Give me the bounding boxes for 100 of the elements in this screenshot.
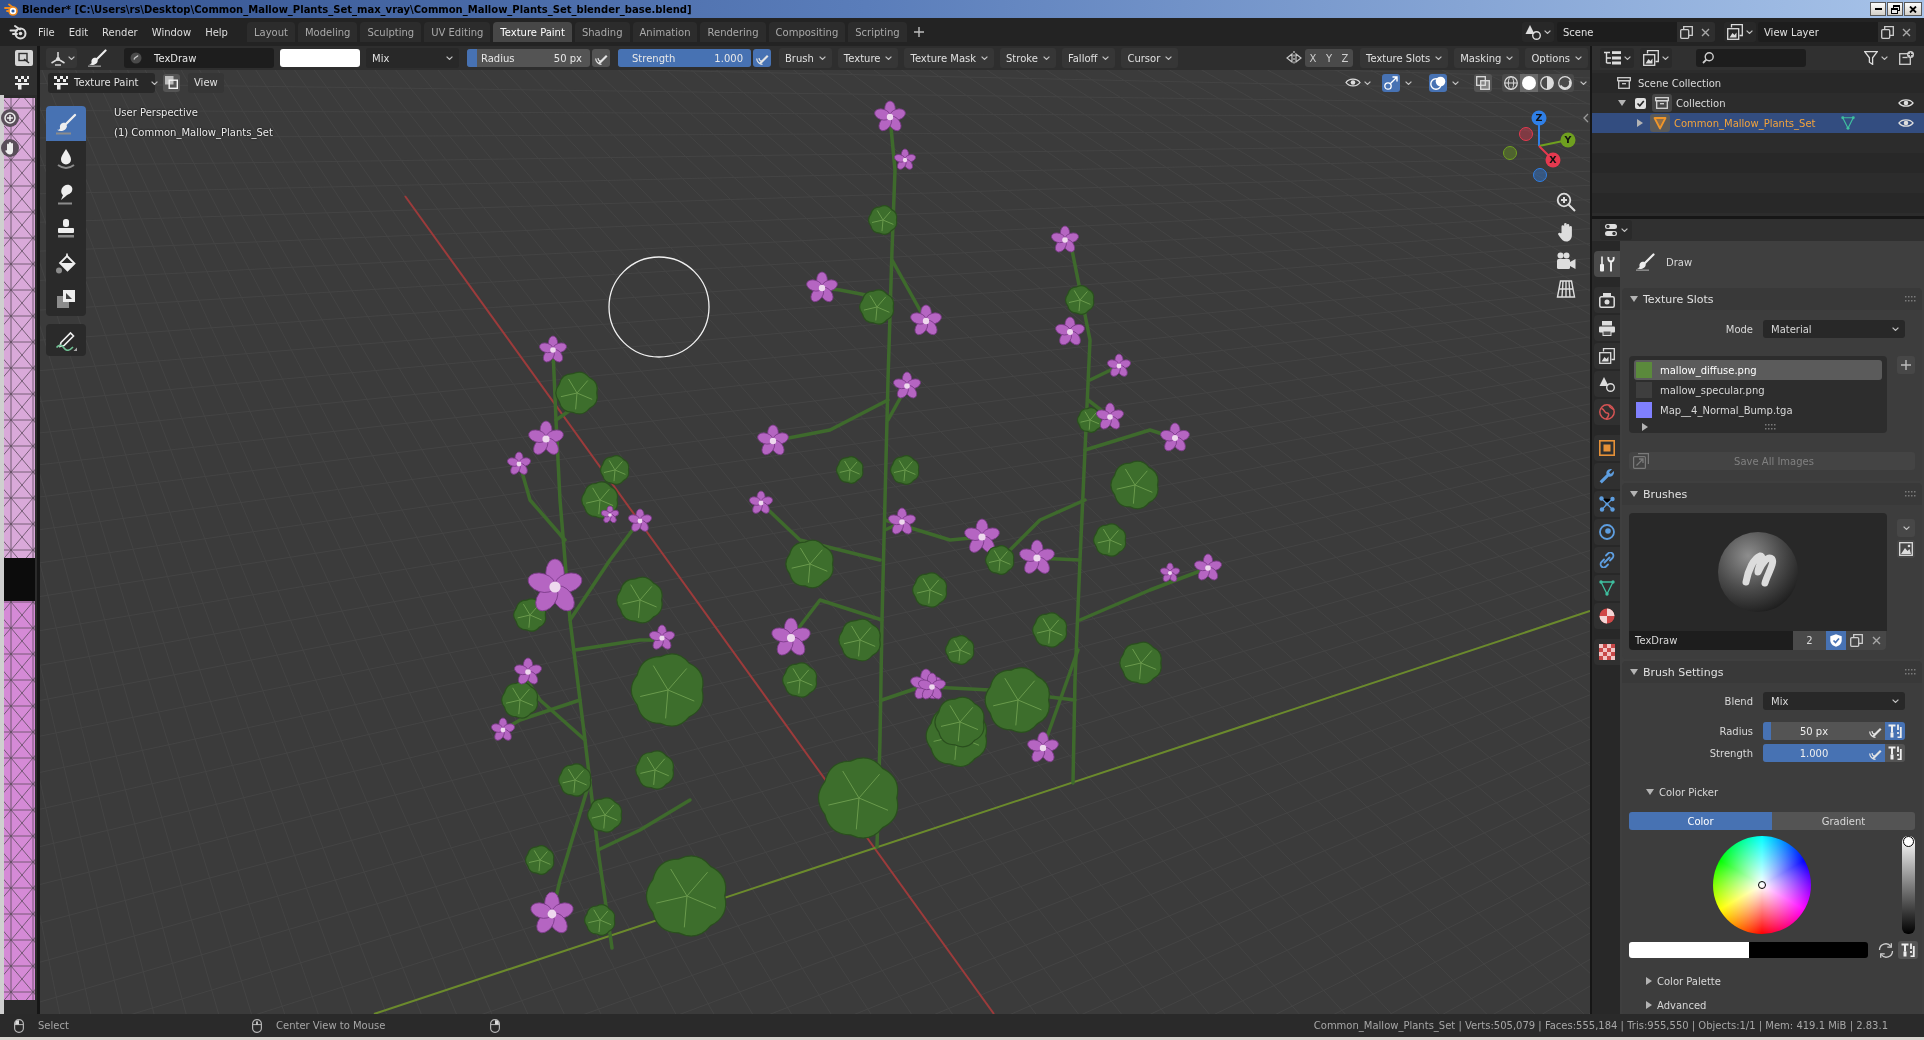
display-mode-dropdown[interactable] <box>1600 48 1634 68</box>
editor-type-dropdown[interactable] <box>1600 220 1632 240</box>
value-slider[interactable] <box>1902 836 1915 934</box>
workspace-tab[interactable]: Texture Paint <box>493 22 572 42</box>
disclosure-triangle-icon[interactable] <box>1618 100 1626 106</box>
filter-dropdown[interactable] <box>1640 48 1672 68</box>
panel-header[interactable]: Texture Slots <box>1622 288 1922 310</box>
brush-name-field[interactable]: TexDraw <box>1629 631 1793 650</box>
texture-slot[interactable]: mallow_specular.png <box>1634 380 1882 400</box>
camera-icon[interactable] <box>1556 252 1576 270</box>
add-slot-button[interactable] <box>1897 356 1915 374</box>
vertex-triangle-icon[interactable] <box>1841 116 1855 130</box>
remove-button[interactable] <box>1897 22 1916 42</box>
subpanel-header[interactable]: Advanced <box>1629 995 1915 1014</box>
xray-toggle[interactable] <box>1474 73 1492 92</box>
remove-button[interactable] <box>1696 22 1715 42</box>
tool-button[interactable] <box>46 324 86 356</box>
shading-button[interactable] <box>1502 73 1520 92</box>
menu-item[interactable]: Window <box>144 22 199 42</box>
axis-ball-icon[interactable] <box>1531 110 1547 126</box>
eye-icon[interactable] <box>1898 118 1914 128</box>
brush-name-field[interactable]: TexDraw <box>124 48 274 68</box>
properties-tab[interactable] <box>1594 371 1620 397</box>
disclosure-triangle-icon[interactable] <box>1646 1001 1652 1009</box>
menu-item[interactable]: Edit <box>61 22 96 42</box>
duplicate-button[interactable] <box>1677 22 1696 42</box>
workspace-tab[interactable]: Sculpting <box>360 22 422 42</box>
texture-slot[interactable]: mallow_diffuse.png <box>1634 360 1882 380</box>
swap-icon[interactable] <box>1878 942 1894 958</box>
view-layer-field[interactable]: View Layer <box>1758 22 1878 42</box>
pressure-toggle[interactable] <box>1865 722 1885 740</box>
header-menu[interactable]: Texture Mask <box>904 48 994 68</box>
mirror-icon[interactable] <box>1286 51 1302 65</box>
workspace-tab[interactable]: Modeling <box>297 22 358 42</box>
menu-item[interactable]: Render <box>95 22 145 42</box>
shading-button[interactable] <box>1538 73 1556 92</box>
axis-ball-icon[interactable] <box>1503 146 1517 160</box>
axis-toggle[interactable]: Z <box>1337 49 1353 67</box>
pressure-toggle[interactable] <box>592 49 610 67</box>
picker-tab[interactable]: Color <box>1629 812 1772 830</box>
workspace-tab[interactable]: Layout <box>246 22 295 42</box>
axis-ball-icon[interactable] <box>1560 132 1576 148</box>
workspace-tab[interactable]: UV Editing <box>424 22 491 42</box>
close-button[interactable] <box>1904 2 1922 16</box>
gizmo-toggle[interactable] <box>1382 73 1400 92</box>
disclosure-triangle-icon[interactable] <box>1630 669 1638 675</box>
view-layer-selector[interactable] <box>1724 22 1756 42</box>
editor-type-dropdown[interactable] <box>46 48 77 68</box>
disclosure-triangle-icon[interactable] <box>1630 491 1638 497</box>
header-menu[interactable]: Texture <box>837 48 899 68</box>
strength-slider[interactable]: Strength 1.000 <box>618 49 751 67</box>
chevron-icon[interactable] <box>1405 80 1412 85</box>
properties-tab[interactable] <box>1594 547 1620 573</box>
header-menu[interactable]: Cursor <box>1121 48 1179 68</box>
add-icon[interactable] <box>913 27 924 37</box>
radius-slider[interactable]: 50 px <box>1763 722 1865 740</box>
unified-toggle[interactable] <box>1885 744 1905 762</box>
grip-icon[interactable] <box>1905 296 1916 302</box>
scene-name-field[interactable]: Scene <box>1557 22 1677 42</box>
disclosure-triangle-icon[interactable] <box>1642 422 1648 431</box>
pressure-toggle[interactable] <box>1865 744 1885 762</box>
grip-icon[interactable] <box>1905 491 1916 497</box>
outliner-item[interactable]: Common_Mallow_Plants_Set <box>1592 113 1924 133</box>
header-menu[interactable]: Brush <box>779 48 832 68</box>
disclosure-triangle-icon[interactable] <box>1646 789 1654 795</box>
pressure-toggle[interactable] <box>753 49 771 67</box>
tool-button[interactable] <box>46 281 86 316</box>
checker-icon[interactable] <box>15 75 29 90</box>
duplicate-button[interactable] <box>1878 22 1897 42</box>
properties-tab[interactable] <box>1594 251 1620 277</box>
properties-tab[interactable] <box>1594 639 1620 665</box>
image-button[interactable] <box>1897 540 1915 558</box>
workspace-tab[interactable]: Shading <box>574 22 630 42</box>
grip-icon[interactable] <box>1765 423 1776 430</box>
menu-item[interactable]: File <box>31 22 62 42</box>
panel-header[interactable]: Brushes <box>1622 483 1922 505</box>
secondary-color-swatch[interactable] <box>1748 942 1868 958</box>
properties-tab[interactable] <box>1594 603 1620 629</box>
header-menu[interactable]: Options <box>1525 48 1588 68</box>
subpanel-header[interactable]: Color Picker <box>1629 782 1915 802</box>
workspace-tab[interactable]: Compositing <box>768 22 846 42</box>
disclosure-triangle-icon[interactable] <box>1646 977 1652 985</box>
restore-button[interactable] <box>1887 2 1903 16</box>
hand-icon[interactable] <box>1557 222 1575 242</box>
disclosure-triangle-icon[interactable] <box>1637 119 1643 127</box>
workspace-tab[interactable]: Animation <box>632 22 698 42</box>
radius-slider[interactable]: Radius 50 px <box>467 49 590 67</box>
properties-tab[interactable] <box>1594 519 1620 545</box>
eye-icon[interactable] <box>1898 98 1914 108</box>
primary-color-swatch[interactable] <box>1629 942 1749 958</box>
panel-header[interactable]: Brush Settings <box>1622 661 1922 683</box>
blend-dropdown[interactable]: Mix <box>1763 692 1905 710</box>
unified-color-button[interactable] <box>1898 941 1918 959</box>
paint-mask-toggle[interactable] <box>163 73 180 92</box>
axis-ball-icon[interactable] <box>1533 168 1547 182</box>
chevron-icon[interactable] <box>1580 80 1587 85</box>
hand-icon[interactable] <box>1 139 19 157</box>
strength-slider[interactable]: 1.000 <box>1763 744 1865 762</box>
duplicate-button[interactable] <box>1846 631 1866 650</box>
paintbrush-icon[interactable] <box>87 49 107 67</box>
